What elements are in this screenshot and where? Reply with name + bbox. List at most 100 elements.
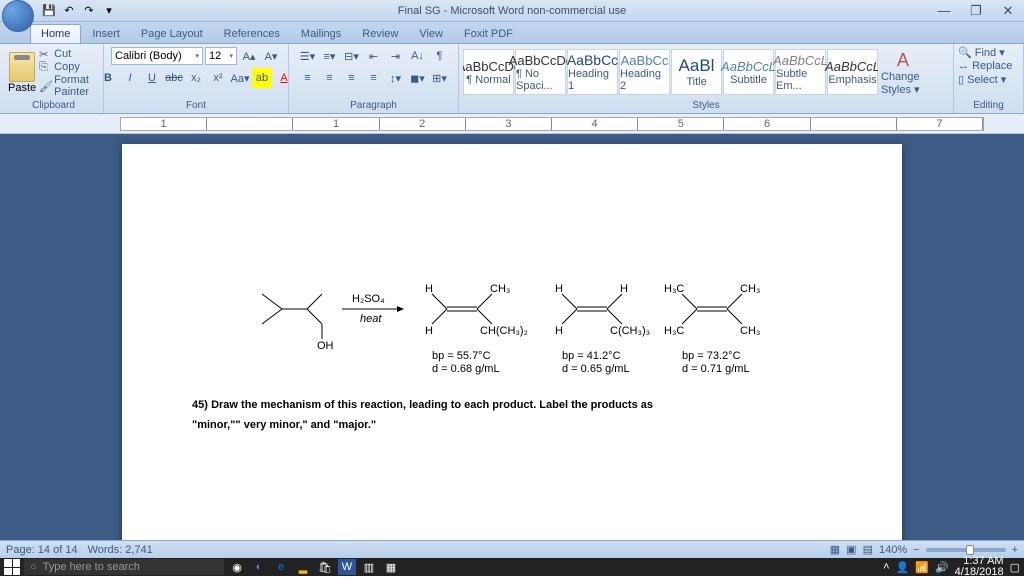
svg-text:H: H xyxy=(425,325,433,337)
paste-button[interactable]: Paste xyxy=(8,52,36,94)
office-button[interactable] xyxy=(2,0,34,32)
page[interactable]: OH H₂SO₄ heat H CH₃ H CH(CH₃)₂ bp = 55.7… xyxy=(122,144,902,540)
shading-button[interactable]: ◼▾ xyxy=(408,68,428,88)
style-subtle-em[interactable]: AaBbCcLSubtle Em... xyxy=(775,49,826,95)
tab-home[interactable]: Home xyxy=(30,24,81,43)
minimize-button[interactable]: — xyxy=(932,3,956,19)
chemistry-scheme: OH H₂SO₄ heat H CH₃ H CH(CH₃)₂ bp = 55.7… xyxy=(232,264,792,384)
qat-more[interactable]: ▾ xyxy=(100,2,118,20)
cut-label: Cut xyxy=(54,48,71,60)
dec-indent-button[interactable]: ⇤ xyxy=(364,46,384,66)
bold-button[interactable]: B xyxy=(98,68,118,88)
tab-foxit-pdf[interactable]: Foxit PDF xyxy=(454,25,523,43)
superscript-button[interactable]: x² xyxy=(208,68,228,88)
style-heading1[interactable]: AaBbCcHeading 1 xyxy=(567,49,618,95)
ribbon-tabs: Home Insert Page Layout References Maili… xyxy=(0,22,1024,44)
undo-button[interactable]: ↶ xyxy=(60,2,78,20)
svg-text:bp = 73.2°C: bp = 73.2°C xyxy=(682,350,741,362)
tab-page-layout[interactable]: Page Layout xyxy=(131,25,213,43)
page-indicator[interactable]: Page: 14 of 14 xyxy=(6,544,78,556)
taskbar-app-word[interactable]: W xyxy=(338,559,356,575)
taskbar-app-edge[interactable]: e xyxy=(272,559,290,575)
svg-text:CH₃: CH₃ xyxy=(740,325,760,337)
multilevel-button[interactable]: ⊟▾ xyxy=(342,46,362,66)
tab-view[interactable]: View xyxy=(409,25,453,43)
font-size-combo[interactable]: 12▾ xyxy=(205,47,237,65)
show-marks-button[interactable]: ¶ xyxy=(430,46,450,66)
style-normal[interactable]: AaBbCcDc¶ Normal xyxy=(463,49,514,95)
tab-review[interactable]: Review xyxy=(352,25,408,43)
view-print-layout[interactable]: ▦ xyxy=(830,543,840,556)
taskbar-app-store[interactable]: 🛍 xyxy=(316,559,334,575)
horizontal-ruler[interactable]: 1 1 2 3 4 5 6 7 xyxy=(120,117,984,131)
tray-volume-icon[interactable]: 🔊 xyxy=(935,561,949,574)
format-painter-button[interactable]: 🖌Format Painter xyxy=(39,74,99,98)
grow-font-button[interactable]: A▴ xyxy=(239,46,259,66)
numbering-button[interactable]: ≡▾ xyxy=(320,46,340,66)
style-subtitle[interactable]: AaBbCcLSubtitle xyxy=(723,49,774,95)
font-name-combo[interactable]: Calibri (Body)▾ xyxy=(111,47,203,65)
zoom-thumb[interactable] xyxy=(966,545,974,555)
sort-button[interactable]: A↓ xyxy=(408,46,428,66)
font-size-value: 12 xyxy=(209,50,221,62)
strike-button[interactable]: abc xyxy=(164,68,184,88)
word-count[interactable]: Words: 2,741 xyxy=(88,544,153,556)
subscript-button[interactable]: x₂ xyxy=(186,68,206,88)
inc-indent-button[interactable]: ⇥ xyxy=(386,46,406,66)
change-styles-button[interactable]: A Change Styles ▾ xyxy=(881,50,925,96)
svg-text:H: H xyxy=(555,325,563,337)
underline-button[interactable]: U xyxy=(142,68,162,88)
style-gallery[interactable]: AaBbCcDc¶ Normal AaBbCcDc¶ No Spaci... A… xyxy=(463,49,878,97)
tray-up-icon[interactable]: ˄ xyxy=(883,561,889,573)
borders-button[interactable]: ⊞▾ xyxy=(430,68,450,88)
find-button[interactable]: 🔍 Find ▾ xyxy=(958,46,1005,59)
view-web-layout[interactable]: ▤ xyxy=(863,543,873,556)
taskbar-app-explorer[interactable]: ▂ xyxy=(294,559,312,575)
copy-button[interactable]: ⎘Copy xyxy=(39,61,99,73)
tray-clock[interactable]: 1:37 AM 4/18/2018 xyxy=(955,556,1004,578)
line-spacing-button[interactable]: ↕▾ xyxy=(386,68,406,88)
style-title[interactable]: AaBlTitle xyxy=(671,49,722,95)
taskbar-app-1[interactable]: ◐ xyxy=(250,559,268,575)
svg-text:d = 0.65 g/mL: d = 0.65 g/mL xyxy=(562,363,630,375)
question-text[interactable]: 45) Draw the mechanism of this reaction,… xyxy=(192,394,832,433)
redo-button[interactable]: ↷ xyxy=(80,2,98,20)
scissors-icon: ✂ xyxy=(39,48,51,60)
change-case-button[interactable]: Aa▾ xyxy=(230,68,250,88)
view-full-screen[interactable]: ▣ xyxy=(846,543,856,556)
save-button[interactable]: 💾 xyxy=(40,2,58,20)
tray-notifications-icon[interactable]: ▢ xyxy=(1010,561,1020,574)
zoom-out-button[interactable]: − xyxy=(913,544,919,556)
cut-button[interactable]: ✂Cut xyxy=(39,48,99,60)
highlight-button[interactable]: ab xyxy=(252,68,272,88)
select-button[interactable]: ▯ Select ▾ xyxy=(958,73,1006,86)
replace-button[interactable]: ↔ Replace xyxy=(958,60,1012,72)
align-center-button[interactable]: ≡ xyxy=(320,68,340,88)
maximize-button[interactable]: ❐ xyxy=(964,3,988,19)
close-button[interactable]: ✕ xyxy=(996,3,1020,19)
quick-access-toolbar: 💾 ↶ ↷ ▾ xyxy=(36,2,122,20)
start-button[interactable] xyxy=(4,559,20,575)
taskbar-search[interactable]: ○ Type here to search xyxy=(24,559,224,575)
tray-network-icon[interactable]: 📶 xyxy=(915,561,929,574)
style-no-spacing[interactable]: AaBbCcDc¶ No Spaci... xyxy=(515,49,566,95)
taskbar-app-6[interactable]: ▦ xyxy=(382,559,400,575)
justify-button[interactable]: ≡ xyxy=(364,68,384,88)
shrink-font-button[interactable]: A▾ xyxy=(261,46,281,66)
tab-insert[interactable]: Insert xyxy=(82,25,130,43)
style-heading2[interactable]: AaBbCcHeading 2 xyxy=(619,49,670,95)
align-right-button[interactable]: ≡ xyxy=(342,68,362,88)
align-left-button[interactable]: ≡ xyxy=(298,68,318,88)
document-area[interactable]: OH H₂SO₄ heat H CH₃ H CH(CH₃)₂ bp = 55.7… xyxy=(0,134,1024,540)
zoom-slider[interactable] xyxy=(926,548,1006,552)
cortana-icon[interactable]: ◉ xyxy=(228,559,246,575)
zoom-in-button[interactable]: + xyxy=(1012,544,1018,556)
bullets-button[interactable]: ☰▾ xyxy=(298,46,318,66)
tray-people-icon[interactable]: 👤 xyxy=(896,561,910,574)
style-emphasis[interactable]: AaBbCcLEmphasis xyxy=(827,49,878,95)
taskbar-app-5[interactable]: ▥ xyxy=(360,559,378,575)
tab-mailings[interactable]: Mailings xyxy=(291,25,351,43)
tab-references[interactable]: References xyxy=(214,25,290,43)
italic-button[interactable]: I xyxy=(120,68,140,88)
zoom-level[interactable]: 140% xyxy=(879,544,907,556)
